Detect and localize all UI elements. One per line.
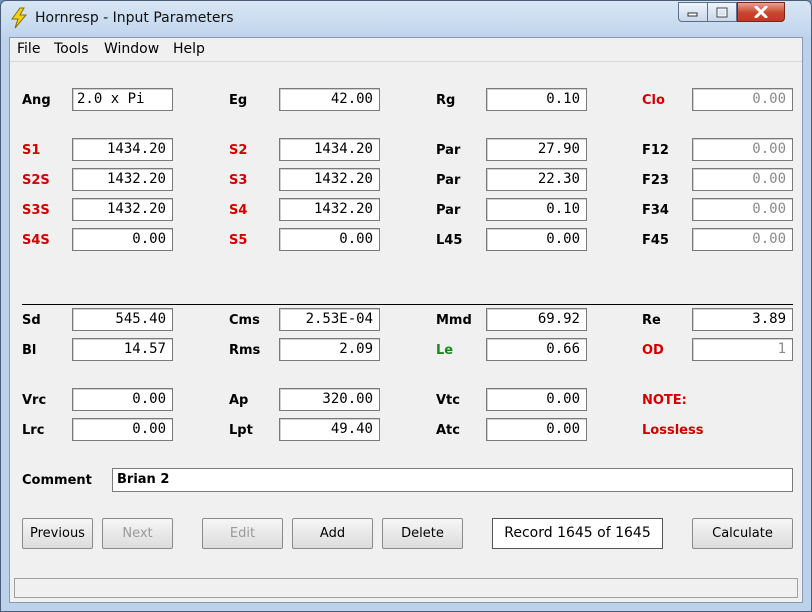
rms-label: Rms xyxy=(229,343,261,358)
app-window: Hornresp - Input Parameters File Tools W… xyxy=(0,0,812,612)
le-field[interactable]: 0.66 xyxy=(486,338,587,361)
clo-field[interactable]: 0.00 xyxy=(692,88,793,111)
re-label: Re xyxy=(642,313,661,328)
note-label: NOTE: xyxy=(642,393,687,408)
mmd-label: Mmd xyxy=(436,313,472,328)
bl-label: Bl xyxy=(22,343,37,358)
cms-field[interactable]: 2.53E-04 xyxy=(279,308,380,331)
menu-bar: File Tools Window Help xyxy=(10,38,802,62)
vtc-label: Vtc xyxy=(436,393,460,408)
cms-label: Cms xyxy=(229,313,260,328)
par-label: Par xyxy=(436,203,461,218)
s1-label: S1 xyxy=(22,143,41,158)
menu-file[interactable]: File xyxy=(17,41,40,57)
lrc-label: Lrc xyxy=(22,423,45,438)
next-button[interactable]: Next xyxy=(102,518,173,549)
minimize-icon xyxy=(687,12,698,17)
par-label: Par xyxy=(436,143,461,158)
comment-label: Comment xyxy=(22,473,92,488)
lossless-label: Lossless xyxy=(642,423,704,438)
menu-tools[interactable]: Tools xyxy=(54,41,89,57)
atc-label: Atc xyxy=(436,423,460,438)
maximize-button[interactable] xyxy=(707,2,737,22)
client-area: File Tools Window Help Ang 2.0 x Pi Eg 4… xyxy=(9,37,803,603)
f45-label: F45 xyxy=(642,233,669,248)
calculate-button[interactable]: Calculate xyxy=(692,518,793,549)
ap-field[interactable]: 320.00 xyxy=(279,388,380,411)
menu-window[interactable]: Window xyxy=(104,41,159,57)
window-title: Hornresp - Input Parameters xyxy=(35,10,234,26)
menu-help[interactable]: Help xyxy=(173,41,205,57)
f23-field[interactable]: 0.00 xyxy=(692,168,793,191)
rg-field[interactable]: 0.10 xyxy=(486,88,587,111)
rg-label: Rg xyxy=(436,93,456,108)
s2s-label: S2S xyxy=(22,173,50,188)
vtc-field[interactable]: 0.00 xyxy=(486,388,587,411)
add-button[interactable]: Add xyxy=(292,518,373,549)
s4-field[interactable]: 1432.20 xyxy=(279,198,380,221)
close-icon xyxy=(754,6,768,18)
delete-button[interactable]: Delete xyxy=(382,518,463,549)
par-label: Par xyxy=(436,173,461,188)
eg-label: Eg xyxy=(229,93,248,108)
previous-button[interactable]: Previous xyxy=(22,518,93,549)
section-divider xyxy=(22,304,793,305)
sd-field[interactable]: 545.40 xyxy=(72,308,173,331)
clo-label: Clo xyxy=(642,93,665,108)
od-label: OD xyxy=(642,343,664,358)
s2s-field[interactable]: 1432.20 xyxy=(72,168,173,191)
f34-field[interactable]: 0.00 xyxy=(692,198,793,221)
f12-field[interactable]: 0.00 xyxy=(692,138,793,161)
input-parameters-panel: Ang 2.0 x Pi Eg 42.00 Rg 0.10 Clo 0.00 S… xyxy=(10,62,802,602)
maximize-icon xyxy=(716,7,728,17)
par-field[interactable]: 0.10 xyxy=(486,198,587,221)
f12-label: F12 xyxy=(642,143,669,158)
comment-field[interactable]: Brian 2 xyxy=(112,468,793,492)
ap-label: Ap xyxy=(229,393,249,408)
lightning-icon xyxy=(11,7,28,29)
ang-label: Ang xyxy=(22,93,51,108)
eg-field[interactable]: 42.00 xyxy=(279,88,380,111)
lpt-field[interactable]: 49.40 xyxy=(279,418,380,441)
atc-field[interactable]: 0.00 xyxy=(486,418,587,441)
title-bar[interactable]: Hornresp - Input Parameters xyxy=(1,1,811,35)
le-label: Le xyxy=(436,343,454,358)
bl-field[interactable]: 14.57 xyxy=(72,338,173,361)
f45-field[interactable]: 0.00 xyxy=(692,228,793,251)
par-field[interactable]: 27.90 xyxy=(486,138,587,161)
record-indicator: Record 1645 of 1645 xyxy=(492,518,663,549)
s2-field[interactable]: 1434.20 xyxy=(279,138,380,161)
rms-field[interactable]: 2.09 xyxy=(279,338,380,361)
lpt-label: Lpt xyxy=(229,423,253,438)
vrc-field[interactable]: 0.00 xyxy=(72,388,173,411)
s1-field[interactable]: 1434.20 xyxy=(72,138,173,161)
s3s-label: S3S xyxy=(22,203,50,218)
od-field[interactable]: 1 xyxy=(692,338,793,361)
minimize-button[interactable] xyxy=(678,2,708,22)
s4s-field[interactable]: 0.00 xyxy=(72,228,173,251)
l45-field[interactable]: 0.00 xyxy=(486,228,587,251)
s3s-field[interactable]: 1432.20 xyxy=(72,198,173,221)
mmd-field[interactable]: 69.92 xyxy=(486,308,587,331)
vrc-label: Vrc xyxy=(22,393,47,408)
f34-label: F34 xyxy=(642,203,669,218)
ang-field[interactable]: 2.0 x Pi xyxy=(72,88,173,111)
edit-button[interactable]: Edit xyxy=(202,518,283,549)
sd-label: Sd xyxy=(22,313,41,328)
re-field[interactable]: 3.89 xyxy=(692,308,793,331)
f23-label: F23 xyxy=(642,173,669,188)
s5-field[interactable]: 0.00 xyxy=(279,228,380,251)
par-field[interactable]: 22.30 xyxy=(486,168,587,191)
s5-label: S5 xyxy=(229,233,248,248)
s2-label: S2 xyxy=(229,143,248,158)
s3-field[interactable]: 1432.20 xyxy=(279,168,380,191)
l45-label: L45 xyxy=(436,233,463,248)
lrc-field[interactable]: 0.00 xyxy=(72,418,173,441)
s4s-label: S4S xyxy=(22,233,50,248)
s3-label: S3 xyxy=(229,173,248,188)
status-bar xyxy=(14,578,798,598)
s4-label: S4 xyxy=(229,203,248,218)
close-button[interactable] xyxy=(737,2,785,22)
